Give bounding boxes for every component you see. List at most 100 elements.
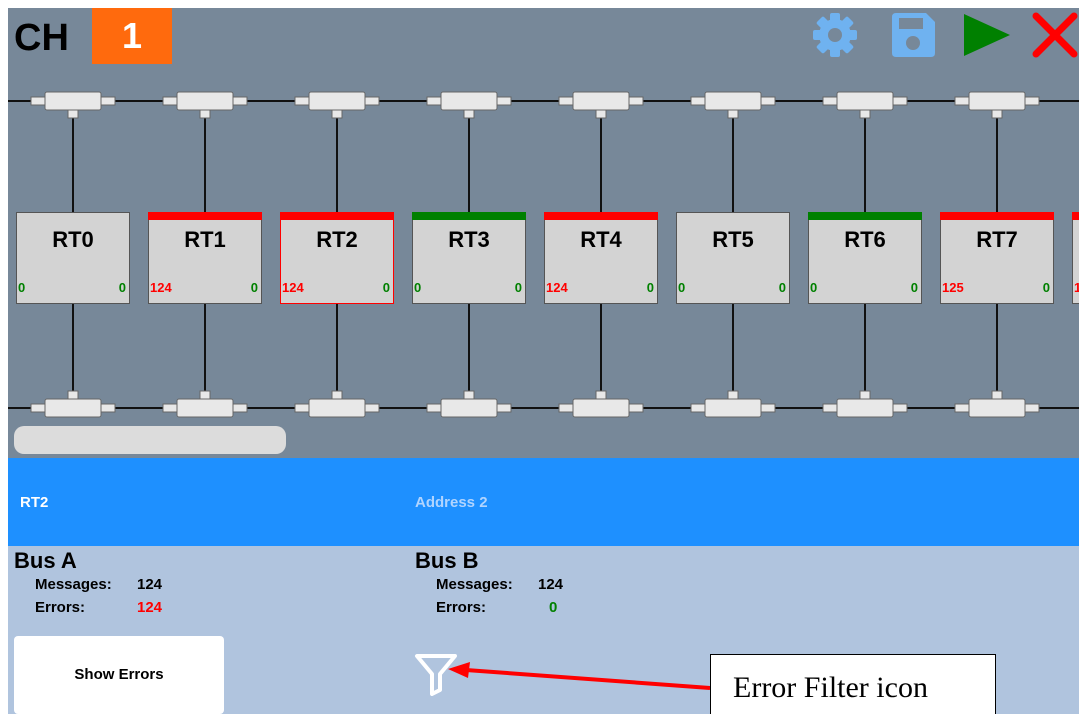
rt-name: RT2 xyxy=(316,227,358,252)
rt-bus-b-count: 0 xyxy=(1042,280,1050,295)
coupler-tee xyxy=(463,109,475,119)
rt-bus-b-count: 0 xyxy=(118,280,126,295)
rt-status-bar xyxy=(808,212,922,220)
annotation-label: Error Filter icon xyxy=(710,654,996,714)
rt-status-bar xyxy=(280,212,394,220)
coupler-tee xyxy=(859,390,871,400)
rt-name: RT5 xyxy=(712,227,754,252)
coupler-stub xyxy=(954,403,970,413)
coupler-stub xyxy=(628,403,644,413)
coupler-body xyxy=(440,398,498,418)
coupler-tee xyxy=(991,390,1003,400)
coupler-stub xyxy=(294,96,310,106)
rt-name: RT4 xyxy=(580,227,622,252)
play-icon[interactable] xyxy=(962,10,1012,60)
coupler-stub xyxy=(822,96,838,106)
coupler-body xyxy=(704,398,762,418)
rt-box-rt8[interactable]: RT8 1 xyxy=(1072,212,1079,304)
rt-box-rt7[interactable]: RT7 125 0 xyxy=(940,212,1054,304)
coupler-stub xyxy=(100,96,116,106)
rt-box-rt0[interactable]: RT0 0 0 xyxy=(16,212,130,304)
coupler-stub xyxy=(628,96,644,106)
rt-bus-a-count: 124 xyxy=(282,280,304,295)
rt-name: RT6 xyxy=(844,227,886,252)
rt-status-bar xyxy=(544,212,658,220)
rt-box-rt6[interactable]: RT6 0 0 xyxy=(808,212,922,304)
coupler-stub xyxy=(690,96,706,106)
rt-box-rt5[interactable]: RT5 0 0 xyxy=(676,212,790,304)
coupler-tee xyxy=(595,109,607,119)
channel-label: CH xyxy=(14,17,69,59)
coupler-body xyxy=(704,91,762,111)
rt-bus-a-count: 1 xyxy=(1074,280,1079,295)
coupler-body xyxy=(176,398,234,418)
coupler-stub xyxy=(30,96,46,106)
close-icon[interactable] xyxy=(1030,10,1079,60)
coupler-tee xyxy=(991,109,1003,119)
rt-box-rt2[interactable]: RT2 124 0 xyxy=(280,212,394,304)
show-errors-button[interactable]: Show Errors xyxy=(14,636,224,714)
coupler-tee xyxy=(331,109,343,119)
coupler-stub xyxy=(426,403,442,413)
coupler-stub xyxy=(760,96,776,106)
rt-name: RT7 xyxy=(976,227,1018,252)
coupler-stub xyxy=(1024,403,1040,413)
coupler-tee xyxy=(67,390,79,400)
coupler-body xyxy=(308,398,366,418)
coupler-stub xyxy=(496,96,512,106)
save-icon[interactable] xyxy=(888,10,938,60)
rt-bus-a-count: 0 xyxy=(678,280,686,295)
coupler-body xyxy=(968,91,1026,111)
coupler-stub xyxy=(100,403,116,413)
coupler-tee xyxy=(463,390,475,400)
annotation-arrow xyxy=(448,662,711,690)
coupler-body xyxy=(440,91,498,111)
rt-name: RT1 xyxy=(184,227,226,252)
coupler-stub xyxy=(954,96,970,106)
selected-rt-name: RT2 xyxy=(20,494,49,511)
coupler-stub xyxy=(558,96,574,106)
coupler-tee xyxy=(331,390,343,400)
coupler-stub xyxy=(558,403,574,413)
bus-b-title: Bus B xyxy=(415,548,479,573)
rt-box-rt3[interactable]: RT3 0 0 xyxy=(412,212,526,304)
coupler-stub xyxy=(690,403,706,413)
coupler-stub xyxy=(294,403,310,413)
bus-a-errors-value: 124 xyxy=(137,599,163,616)
rt-status-bar xyxy=(1072,212,1079,220)
coupler-body xyxy=(836,398,894,418)
coupler-tee xyxy=(727,390,739,400)
coupler-body xyxy=(572,398,630,418)
rt-status-bar xyxy=(412,212,526,220)
bus-a-errors-label: Errors: xyxy=(35,599,86,616)
coupler-body xyxy=(176,91,234,111)
coupler-stub xyxy=(496,403,512,413)
rt-box-rt1[interactable]: RT1 124 0 xyxy=(148,212,262,304)
coupler-stub xyxy=(892,96,908,106)
coupler-stub xyxy=(30,403,46,413)
rt-name: RT3 xyxy=(448,227,490,252)
coupler-tee xyxy=(199,390,211,400)
selected-rt-bar: RT2 Address 2 xyxy=(8,458,1079,546)
rt-bus-b-count: 0 xyxy=(250,280,258,295)
rt-status-bar xyxy=(940,212,1054,220)
coupler-stub xyxy=(822,403,838,413)
gear-icon[interactable] xyxy=(810,10,860,60)
channel-number[interactable]: 1 xyxy=(92,8,172,64)
rt-name: RT0 xyxy=(52,227,94,252)
coupler-stub xyxy=(232,96,248,106)
coupler-body xyxy=(572,91,630,111)
coupler-stub xyxy=(892,403,908,413)
bus-b-messages-label: Messages: xyxy=(436,576,513,593)
rt-bus-a-count: 0 xyxy=(810,280,818,295)
coupler-stub xyxy=(232,403,248,413)
bus-a-messages-label: Messages: xyxy=(35,576,112,593)
rt-box-rt4[interactable]: RT4 124 0 xyxy=(544,212,658,304)
coupler-stub xyxy=(1024,96,1040,106)
coupler-tee xyxy=(859,109,871,119)
coupler-body xyxy=(836,91,894,111)
horizontal-scrollbar[interactable] xyxy=(14,426,286,454)
rt-bus-a-count: 0 xyxy=(18,280,26,295)
rt-bus-b-count: 0 xyxy=(382,280,390,295)
coupler-stub xyxy=(364,96,380,106)
